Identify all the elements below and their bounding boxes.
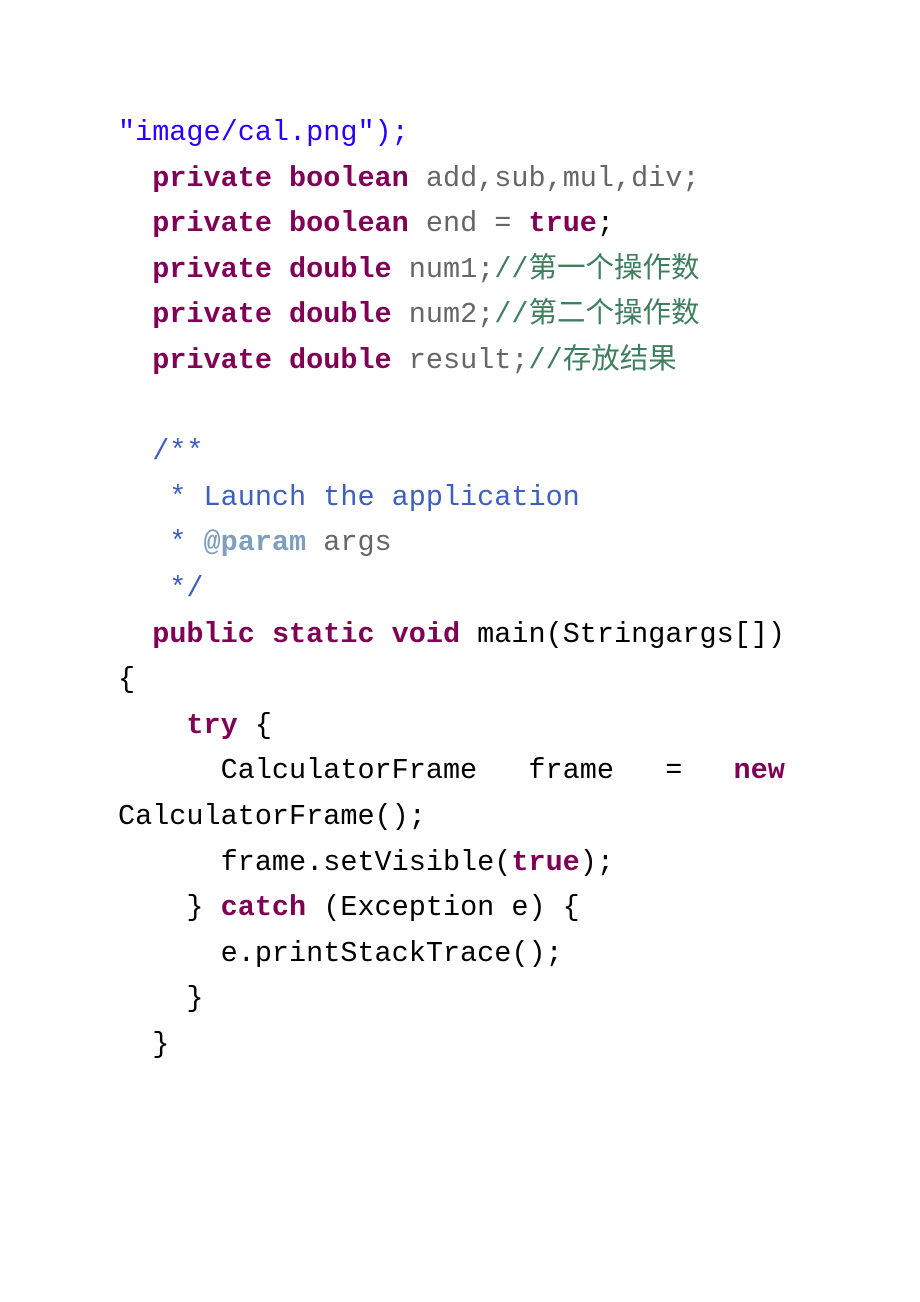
javadoc-line-4: */ (118, 566, 802, 612)
keyword-private-double: private double (152, 253, 391, 286)
code-line-3: private boolean end = true; (118, 201, 802, 247)
comment-num1: //第一个操作数 (494, 253, 699, 286)
javadoc-open: /** (118, 435, 204, 468)
keyword-try: try (186, 709, 237, 742)
keyword-private-boolean: private boolean (152, 207, 409, 240)
newframe-mid2: = (665, 748, 682, 794)
javadoc-line-3: * @param args (118, 520, 802, 566)
printstacktrace-line: e.printStackTrace(); (118, 931, 802, 977)
close-brace-2: } (118, 1022, 802, 1068)
javadoc-args: args (306, 526, 392, 559)
javadoc-prefix: * (118, 526, 204, 559)
try-brace: { (238, 709, 272, 742)
brace: } (118, 982, 204, 1015)
catch-line: } catch (Exception e) { (118, 885, 802, 931)
main-method-sig: public static void main(Stringargs[]) (118, 612, 802, 658)
identifier-fields: add,sub,mul,div; (409, 162, 700, 195)
javadoc-tag-param: @param (204, 526, 307, 559)
newframe-left: CalculatorFrame (118, 748, 477, 794)
indent (118, 709, 186, 742)
code-line-4: private double num1;//第一个操作数 (118, 247, 802, 293)
identifier-result: result; (392, 344, 529, 377)
string-literal: "image/cal.png"); (118, 116, 409, 149)
keyword-private-boolean: private boolean (152, 162, 409, 195)
new-frame-line: CalculatorFrame frame = new (118, 748, 802, 794)
javadoc-line-2: * Launch the application (118, 475, 802, 521)
keyword-private-double: private double (152, 344, 391, 377)
code-line-2: private boolean add,sub,mul,div; (118, 156, 802, 202)
identifier-num2: num2; (392, 298, 495, 331)
javadoc-line-1: /** (118, 429, 802, 475)
identifier-num1: num1; (392, 253, 495, 286)
keyword-new: new (734, 754, 785, 787)
constructor-call: CalculatorFrame(); (118, 800, 426, 833)
catch-pre: } (118, 891, 221, 924)
brace: { (118, 663, 135, 696)
catch-rest: (Exception e) { (306, 891, 580, 924)
keyword-private-double: private double (152, 298, 391, 331)
keyword-true: true (511, 846, 579, 879)
code-page: "image/cal.png"); private boolean add,su… (0, 0, 920, 1067)
keyword-public-static-void: public static void (152, 618, 460, 651)
pst: e.printStackTrace(); (118, 937, 563, 970)
main-left: main(String (460, 618, 665, 651)
try-line: try { (118, 703, 802, 749)
close-brace-1: } (118, 976, 802, 1022)
ctor-line: CalculatorFrame(); (118, 794, 802, 840)
setvisible-pre: frame.setVisible( (118, 846, 511, 879)
code-line-6: private double result;//存放结果 (118, 338, 802, 384)
comment-num2: //第二个操作数 (494, 298, 699, 331)
setvisible-end: ); (580, 846, 614, 879)
comment-result: //存放结果 (529, 344, 677, 377)
javadoc-close: */ (118, 572, 204, 605)
newframe-mid1: frame (528, 748, 614, 794)
semicolon: ; (597, 207, 614, 240)
keyword-catch: catch (221, 891, 307, 924)
blank-line (118, 384, 802, 430)
javadoc-text: * Launch the application (118, 481, 580, 514)
brace: } (118, 1028, 169, 1061)
keyword-true: true (529, 207, 597, 240)
main-right: args[]) (665, 612, 802, 658)
identifier-end: end = (409, 207, 529, 240)
code-line-1: "image/cal.png"); (118, 110, 802, 156)
open-brace: { (118, 657, 802, 703)
setvisible-line: frame.setVisible(true); (118, 840, 802, 886)
code-line-5: private double num2;//第二个操作数 (118, 292, 802, 338)
